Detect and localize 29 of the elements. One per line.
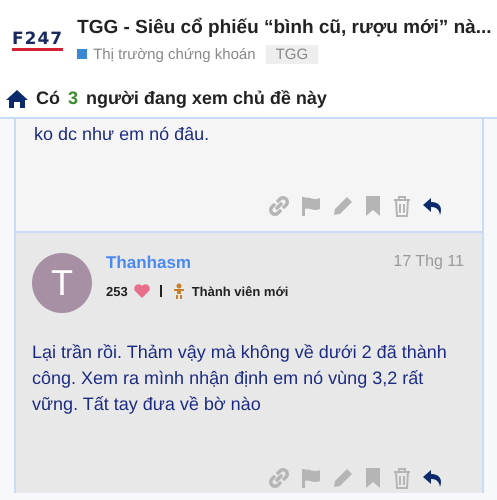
topic-title: TGG - Siêu cổ phiếu “bình cũ, rượu mới” nà... bbox=[77, 16, 492, 38]
reply-icon[interactable] bbox=[422, 195, 444, 217]
flag-icon[interactable] bbox=[300, 467, 322, 489]
post-text: ko dc như em nó đâu. bbox=[34, 123, 210, 146]
heart-icon bbox=[134, 284, 150, 298]
trash-icon[interactable] bbox=[392, 467, 412, 489]
trash-icon[interactable] bbox=[392, 195, 412, 217]
author-name[interactable]: Thanhasm bbox=[106, 253, 192, 273]
site-logo[interactable]: F247 bbox=[12, 30, 64, 50]
tag-link[interactable]: TGG bbox=[266, 44, 318, 64]
user-avatar[interactable]: T bbox=[32, 253, 92, 313]
post-text: Lại trần rồi. Thảm vậy mà không về dưới 2 đã thành công. Xem ra mình nhận định em nó vùng 3,2 rất vững. Tất tay đưa về bờ nào bbox=[32, 341, 448, 416]
link-icon[interactable] bbox=[268, 195, 290, 217]
bookmark-icon[interactable] bbox=[364, 195, 382, 217]
pencil-icon[interactable] bbox=[332, 467, 354, 489]
pencil-icon[interactable] bbox=[332, 195, 354, 217]
flag-icon[interactable] bbox=[300, 195, 322, 217]
bookmark-icon[interactable] bbox=[364, 467, 382, 489]
user-title: Thành viên mới bbox=[192, 284, 288, 298]
baby-icon bbox=[172, 283, 186, 299]
like-count: 253 bbox=[106, 284, 128, 298]
post-date[interactable]: 17 Thg 11 bbox=[393, 253, 464, 273]
viewers-text: người đang xem chủ đề này bbox=[86, 88, 327, 109]
link-icon[interactable] bbox=[268, 467, 290, 489]
reply-icon[interactable] bbox=[422, 467, 444, 489]
home-icon[interactable] bbox=[6, 88, 28, 108]
viewers-prefix: Có bbox=[36, 88, 60, 109]
category-link[interactable]: Thị trường chứng khoán bbox=[77, 46, 256, 62]
viewer-count: 3 bbox=[68, 88, 78, 109]
